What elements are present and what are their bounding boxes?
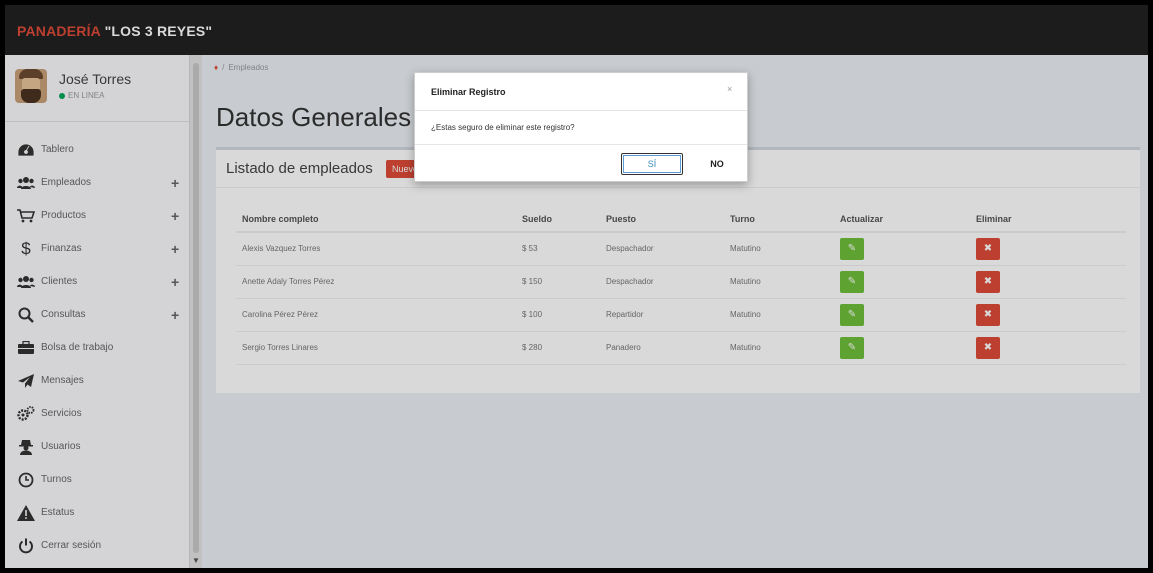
modal-header: Eliminar Registro × xyxy=(415,73,747,111)
confirm-yes-button[interactable]: SÍ xyxy=(621,153,683,175)
app-frame: PANADERÍA "LOS 3 REYES" José Torres EN L… xyxy=(5,5,1148,568)
delete-confirm-modal: Eliminar Registro × ¿Estas seguro de eli… xyxy=(414,72,748,182)
close-icon[interactable]: × xyxy=(727,84,732,94)
confirm-no-button[interactable]: NO xyxy=(700,153,734,175)
modal-title: Eliminar Registro xyxy=(431,87,506,97)
modal-footer: SÍ NO xyxy=(415,144,747,181)
modal-message: ¿Estas seguro de eliminar este registro? xyxy=(431,123,575,132)
